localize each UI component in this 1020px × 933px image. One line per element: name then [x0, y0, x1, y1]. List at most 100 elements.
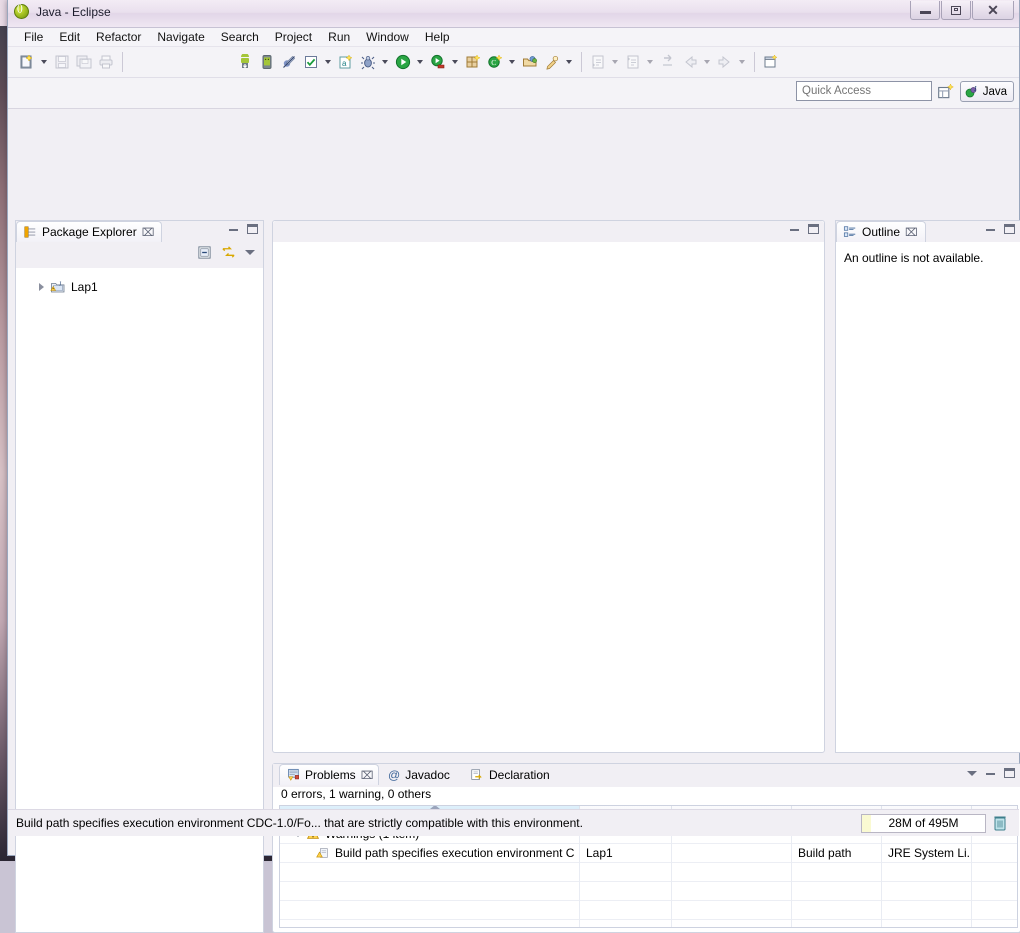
last-edit-location-icon	[657, 52, 678, 73]
package-explorer-view-buttons	[229, 224, 258, 234]
minimize-icon[interactable]	[986, 772, 995, 775]
view-menu-icon[interactable]	[245, 250, 255, 255]
new-window-icon[interactable]	[760, 52, 781, 73]
open-type-icon[interactable]	[519, 52, 540, 73]
toolbar-separator	[122, 52, 123, 72]
menu-edit[interactable]: Edit	[51, 29, 88, 45]
debug-dropdown-arrow[interactable]	[379, 52, 390, 73]
new-wizard-dropdown-arrow[interactable]	[38, 52, 49, 73]
restore-button[interactable]	[941, 1, 971, 20]
tab-problems-label: Problems	[305, 768, 356, 782]
tab-package-explorer[interactable]: Package Explorer ⌧	[16, 221, 163, 242]
tree-item-label: Lap1	[71, 280, 98, 294]
package-explorer-toolbar	[16, 242, 263, 268]
android-sdk-manager-icon[interactable]	[234, 52, 255, 73]
close-icon: ✕	[987, 2, 999, 18]
minimize-button[interactable]	[910, 1, 940, 20]
android-avd-manager-icon[interactable]	[256, 52, 277, 73]
tab-declaration-label: Declaration	[489, 768, 550, 782]
link-with-editor-icon[interactable]	[221, 245, 236, 260]
editor-view-buttons	[790, 224, 819, 234]
skip-all-breakpoints-icon[interactable]	[278, 52, 299, 73]
warning-small-icon	[316, 846, 330, 860]
perspective-java-button[interactable]: J Java	[959, 81, 1014, 102]
title-bar-left: Java - Eclipse	[14, 3, 111, 19]
minimize-icon	[919, 11, 931, 14]
new-wizard-icon[interactable]	[16, 52, 37, 73]
tab-declaration[interactable]: Declaration	[463, 764, 573, 785]
tab-javadoc[interactable]: @ Javadoc	[381, 764, 461, 785]
menu-refactor[interactable]: Refactor	[88, 29, 149, 45]
chevron-right-icon[interactable]	[39, 283, 44, 291]
javadoc-icon: @	[388, 768, 401, 782]
new-android-activity-icon[interactable]: a	[335, 52, 356, 73]
menu-search[interactable]: Search	[213, 29, 267, 45]
debug-icon[interactable]	[357, 52, 378, 73]
new-java-package-icon[interactable]	[462, 52, 483, 73]
build-dropdown-arrow[interactable]	[322, 52, 333, 73]
tab-problems[interactable]: Problems ⌧	[279, 764, 379, 785]
eclipse-window: Java - Eclipse ✕ File Edit Refactor Navi…	[7, 0, 1020, 933]
back-dropdown-arrow	[701, 52, 712, 73]
run-external-tools-icon[interactable]	[427, 52, 448, 73]
menu-file[interactable]: File	[16, 29, 51, 45]
new-java-class-icon[interactable]: C	[484, 52, 505, 73]
tree-item-lap1[interactable]: J Lap1	[17, 277, 262, 297]
heap-status-indicator[interactable]: 28M of 495M	[861, 813, 986, 833]
window-title: Java - Eclipse	[36, 4, 111, 19]
minimize-icon[interactable]	[986, 228, 995, 231]
java-project-warning-icon: J	[50, 279, 66, 295]
build-check-icon[interactable]	[300, 52, 321, 73]
desktop-left-sliver	[0, 28, 7, 861]
restore-icon	[951, 5, 961, 15]
status-message: Build path specifies execution environme…	[16, 816, 583, 830]
table-row[interactable]	[280, 881, 1017, 901]
forward-icon	[714, 52, 735, 73]
trash-icon[interactable]	[992, 814, 1009, 833]
outline-tabbar: Outline ⌧	[836, 221, 1020, 242]
menu-help[interactable]: Help	[417, 29, 458, 45]
minimize-icon[interactable]	[790, 228, 799, 231]
open-perspective-icon[interactable]	[937, 83, 955, 101]
menu-window[interactable]: Window	[358, 29, 417, 45]
minimize-icon[interactable]	[229, 228, 238, 231]
svg-text:J: J	[974, 85, 977, 93]
close-icon[interactable]: ⌧	[142, 226, 155, 239]
problems-icon	[286, 768, 300, 782]
close-icon[interactable]: ⌧	[361, 769, 374, 782]
maximize-icon[interactable]	[808, 224, 819, 234]
menu-navigate[interactable]: Navigate	[149, 29, 212, 45]
table-row[interactable]: Build path specifies execution environme…	[280, 843, 1017, 863]
new-class-dropdown-arrow[interactable]	[506, 52, 517, 73]
tab-outline[interactable]: Outline ⌧	[836, 221, 926, 242]
close-button[interactable]: ✕	[972, 1, 1014, 20]
run-icon[interactable]	[392, 52, 413, 73]
external-tools-dropdown-arrow[interactable]	[449, 52, 460, 73]
menu-project[interactable]: Project	[267, 29, 320, 45]
view-menu-icon[interactable]	[967, 770, 977, 776]
maximize-icon[interactable]	[247, 224, 258, 234]
editor-tabbar	[273, 221, 824, 242]
problems-view-buttons	[967, 768, 1015, 778]
menu-bar: File Edit Refactor Navigate Search Proje…	[8, 28, 1019, 47]
run-dropdown-arrow[interactable]	[414, 52, 425, 73]
search-dropdown-arrow[interactable]	[563, 52, 574, 73]
table-cell-description: Build path specifies execution environme…	[335, 846, 575, 860]
table-row[interactable]	[280, 919, 1017, 927]
tab-package-explorer-label: Package Explorer	[42, 225, 137, 239]
search-icon[interactable]	[541, 52, 562, 73]
table-row[interactable]	[280, 862, 1017, 882]
svg-text:C: C	[491, 58, 496, 67]
maximize-icon[interactable]	[1004, 768, 1015, 778]
table-cell-resource: Lap1	[580, 843, 672, 863]
workbench-body: Package Explorer ⌧ J Lap1 Outline ⌧ An o…	[8, 109, 1020, 933]
table-row[interactable]	[280, 900, 1017, 920]
collapse-all-icon[interactable]	[197, 245, 212, 260]
maximize-icon[interactable]	[1004, 224, 1015, 234]
quick-access-input[interactable]	[796, 81, 932, 101]
editor-empty-area[interactable]	[274, 243, 823, 751]
menu-run[interactable]: Run	[320, 29, 358, 45]
toolbar-separator-2	[581, 52, 582, 72]
close-icon[interactable]: ⌧	[905, 226, 918, 239]
status-bar: Build path specifies execution environme…	[8, 809, 1019, 836]
